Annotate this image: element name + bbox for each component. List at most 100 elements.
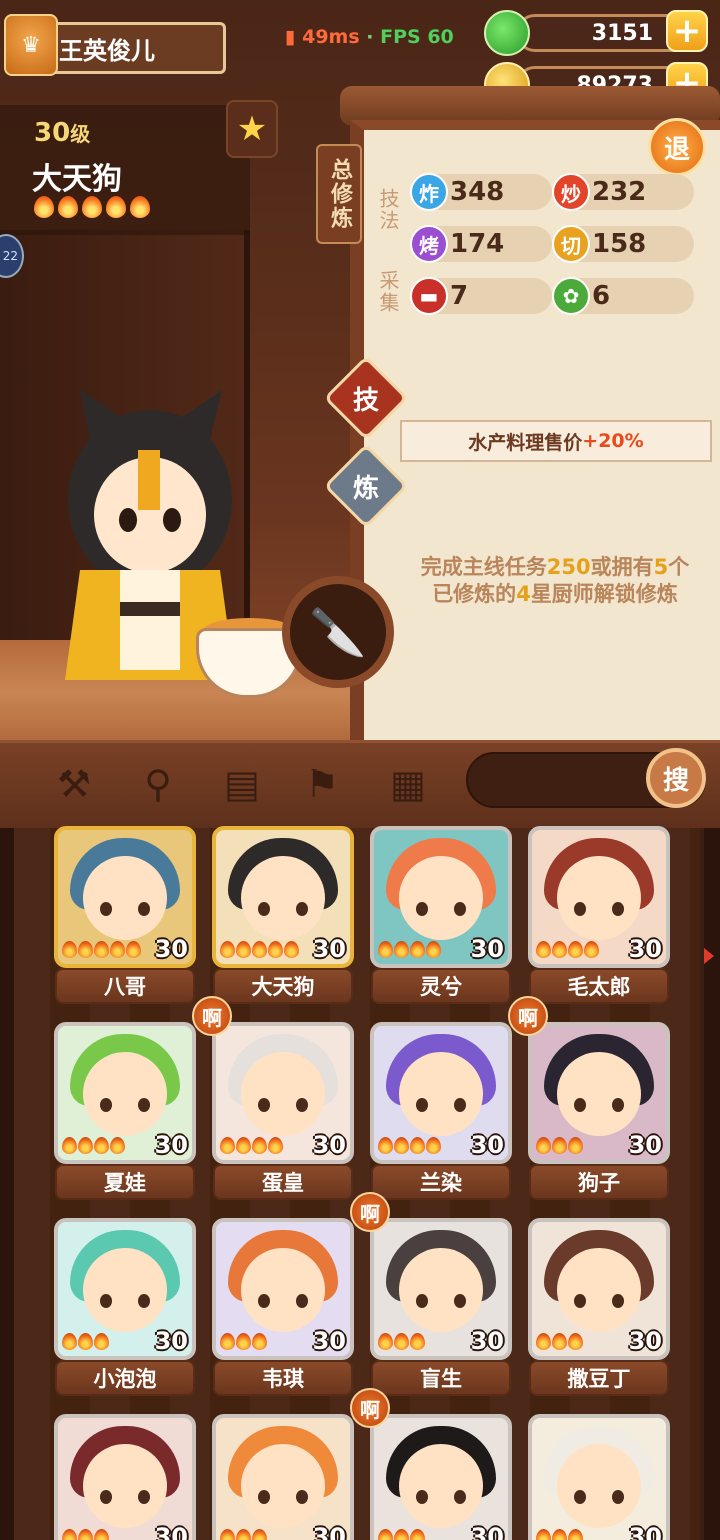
avatar-icon[interactable]: ♛ xyxy=(4,14,58,76)
unlock-number: 4 xyxy=(516,582,531,606)
vegetable-icon: ✿ xyxy=(552,277,590,315)
card-footer: 30 xyxy=(532,1522,666,1540)
unlock-text: 完成主线任务 xyxy=(420,555,547,579)
unlock-text: 已修炼的 xyxy=(432,582,517,606)
chef-card[interactable]: 30 xyxy=(212,1022,354,1164)
scroll-arrow-icon[interactable] xyxy=(704,948,714,964)
cleaver-button[interactable]: 🔪 xyxy=(282,576,394,688)
flame-icon xyxy=(236,940,251,958)
chef-card-level: 30 xyxy=(312,935,346,963)
skill-tab[interactable]: 技 xyxy=(336,368,396,428)
knife-icon[interactable]: ⚒ xyxy=(50,760,98,808)
chef-card[interactable]: 30 xyxy=(212,1414,354,1540)
chef-card[interactable]: 30 xyxy=(528,826,670,968)
chef-card-name[interactable]: 小泡泡 xyxy=(55,1360,195,1396)
chef-card[interactable]: 30 xyxy=(54,1414,196,1540)
unlock-requirement: 完成主线任务250或拥有5个 已修炼的4星厨师解锁修炼 xyxy=(405,554,705,608)
stat-fry: 炸 348 xyxy=(410,173,552,211)
flame-icon xyxy=(426,940,441,958)
chef-card-level: 30 xyxy=(470,1327,504,1355)
flame-icon xyxy=(568,1136,583,1154)
chef-card-name[interactable]: 韦琪 xyxy=(213,1360,353,1396)
flame-icon xyxy=(78,940,93,958)
grid-rail-right xyxy=(704,828,720,1540)
stat-roast: 烤 174 xyxy=(410,225,552,263)
flame-icon xyxy=(252,1528,267,1540)
card-footer: 30 xyxy=(58,1326,192,1356)
chef-card[interactable]: 30 xyxy=(370,826,512,968)
chef-card[interactable]: 30 xyxy=(212,1218,354,1360)
chef-portrait-eyes xyxy=(258,1098,308,1112)
add-jade-button[interactable]: + xyxy=(666,10,708,52)
chef-portrait xyxy=(557,856,641,940)
chef-card[interactable]: 30 xyxy=(370,1218,512,1360)
chef-card-level: 30 xyxy=(470,1131,504,1159)
stirfry-icon: 炒 xyxy=(552,173,590,211)
chef-card-name[interactable]: 大天狗 xyxy=(213,968,353,1004)
spatula-icon[interactable]: ⚲ xyxy=(134,760,182,808)
chef-portrait-eyes xyxy=(100,1294,150,1308)
chef-badge: 啊 xyxy=(192,996,232,1036)
search-button[interactable]: 搜 xyxy=(646,748,706,808)
jar-icon[interactable]: ▤ xyxy=(218,760,266,808)
chef-card[interactable]: 30 xyxy=(370,1022,512,1164)
flame-icon xyxy=(378,940,393,958)
flame-icon xyxy=(536,1332,551,1350)
chef-card[interactable]: 30 xyxy=(212,826,354,968)
exit-button[interactable]: 退 xyxy=(648,118,706,176)
flame-icon xyxy=(220,940,235,958)
chef-card-name[interactable]: 撒豆丁 xyxy=(529,1360,669,1396)
chef-portrait xyxy=(399,856,483,940)
card-footer: 30 xyxy=(216,1326,350,1356)
chef-star-rating xyxy=(62,940,141,958)
unlock-line-1: 完成主线任务250或拥有5个 xyxy=(405,554,705,581)
chef-card[interactable]: 30 xyxy=(54,1218,196,1360)
chef-card-level: 30 xyxy=(628,935,662,963)
chef-card-name[interactable]: 毛太郎 xyxy=(529,968,669,1004)
chef-card[interactable]: 30 xyxy=(370,1414,512,1540)
unlock-number: 5 xyxy=(653,555,669,579)
chef-card-level: 30 xyxy=(470,1523,504,1540)
chef-portrait xyxy=(83,1444,167,1528)
chef-portrait xyxy=(241,1444,325,1528)
flame-icon xyxy=(252,1332,267,1350)
map-icon[interactable]: ▦ xyxy=(384,760,432,808)
chef-portrait-eyes xyxy=(416,902,466,916)
bonus-value: +20% xyxy=(582,430,644,452)
chef-card-name[interactable]: 八哥 xyxy=(55,968,195,1004)
chef-card-level: 30 xyxy=(154,1327,188,1355)
chef-portrait xyxy=(557,1444,641,1528)
chef-card[interactable]: 30 xyxy=(528,1414,670,1540)
ping-value: 49ms xyxy=(302,26,360,48)
chef-card[interactable]: 30 xyxy=(54,826,196,968)
chef-card-name[interactable]: 灵兮 xyxy=(371,968,511,1004)
jade-icon xyxy=(484,10,530,56)
chef-card-name[interactable]: 狗子 xyxy=(529,1164,669,1200)
unlock-text: 个 xyxy=(668,555,690,579)
chef-card-name[interactable]: 夏娃 xyxy=(55,1164,195,1200)
flame-icon xyxy=(62,1332,77,1350)
fps-value: FPS 60 xyxy=(380,26,454,48)
chef-card-name[interactable]: 兰染 xyxy=(371,1164,511,1200)
chef-card-level: 30 xyxy=(628,1131,662,1159)
chef-card-name[interactable]: 蛋皇 xyxy=(213,1164,353,1200)
flame-icon xyxy=(378,1528,393,1540)
chef-card[interactable]: 30 xyxy=(54,1022,196,1164)
chef-star-rating xyxy=(220,940,299,958)
favorite-star-button[interactable]: ★ xyxy=(226,100,278,158)
player-name[interactable]: 王英俊儿 xyxy=(34,22,226,74)
chef-card-name[interactable]: 盲生 xyxy=(371,1360,511,1396)
chef-portrait xyxy=(399,1248,483,1332)
location-icon[interactable]: ⚑ xyxy=(298,760,346,808)
train-tab[interactable]: 炼 xyxy=(336,456,396,516)
chef-card[interactable]: 30 xyxy=(528,1022,670,1164)
unlock-text: 星厨师解锁修炼 xyxy=(530,582,678,606)
total-training-tab[interactable]: 总修炼 xyxy=(316,144,362,244)
chef-card-level: 30 xyxy=(154,1523,188,1540)
chef-portrait xyxy=(241,1052,325,1136)
chef-card[interactable]: 30 xyxy=(528,1218,670,1360)
flame-icon xyxy=(220,1136,235,1154)
stat-value: 174 xyxy=(450,229,505,259)
chef-portrait-eyes xyxy=(258,1294,308,1308)
card-footer: 30 xyxy=(58,1130,192,1160)
